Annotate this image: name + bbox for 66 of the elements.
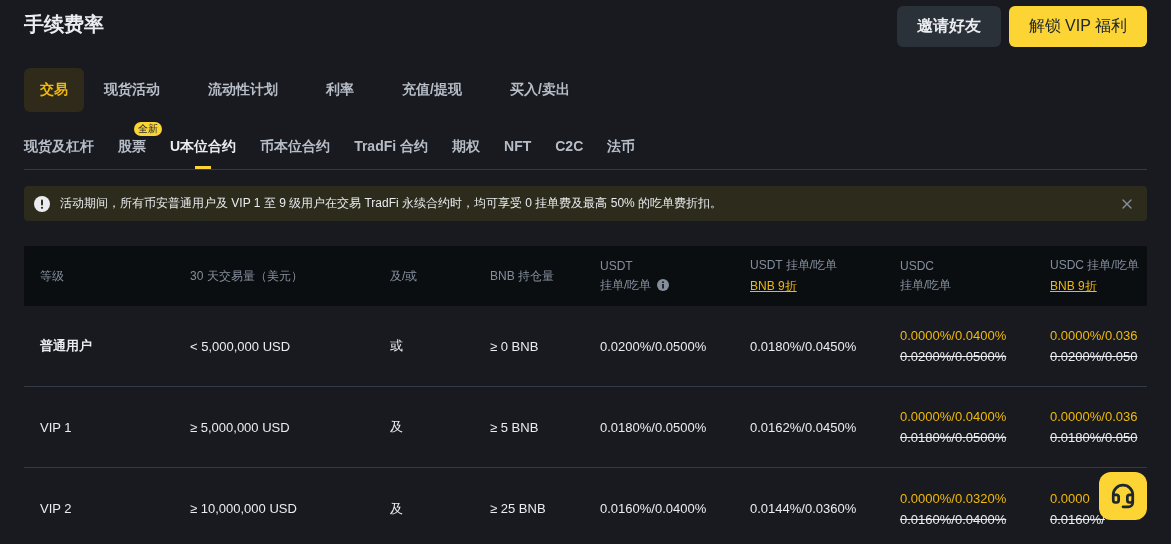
product-tab[interactable]: 法币	[607, 134, 636, 168]
tab-underline	[195, 166, 212, 169]
column-header: BNB 持仓量	[490, 267, 555, 285]
column-subheader: 挂单/吃单	[900, 276, 952, 294]
product-tab[interactable]: 期权	[452, 134, 481, 168]
original-rate: 0.0200%/0.050	[1050, 349, 1138, 364]
column-header: USDT	[600, 258, 634, 273]
info-icon[interactable]	[657, 279, 670, 291]
table-cell-text: ≥ 5,000,000 USD	[190, 419, 291, 435]
column-header: 30 天交易量（美元）	[190, 267, 304, 285]
category-tab[interactable]: 流动性计划	[192, 68, 294, 112]
promo-rate: 0.0000%/0.036	[1050, 409, 1138, 424]
headset-icon	[1110, 483, 1136, 509]
product-tab[interactable]: NFT	[504, 134, 532, 168]
original-rate: 0.0160%/	[1050, 511, 1105, 527]
product-tab[interactable]: 币本位合约	[260, 134, 331, 168]
page-title: 手续费率	[24, 11, 104, 37]
table-cell-text: ≥ 25 BNB	[490, 501, 547, 516]
product-tab[interactable]: U本位合约	[170, 134, 237, 168]
promo-rate: 0.0000%/0.0400%	[900, 328, 1007, 343]
category-tab[interactable]: 充值/提现	[386, 68, 478, 112]
column-header: 等级	[40, 267, 65, 285]
column-header: USDC	[900, 258, 935, 273]
table-cell-text: ≥ 10,000,000 USD	[190, 501, 298, 516]
table-cell-text: 及	[390, 418, 404, 436]
bnb-discount-link[interactable]: BNB 9折	[1050, 278, 1097, 295]
new-badge: 全新	[134, 122, 162, 136]
category-tab[interactable]: 现货活动	[88, 68, 176, 112]
original-rate: 0.0180%/0.050	[1050, 430, 1138, 445]
table-cell-text: 0.0160%/0.0400%	[600, 501, 708, 516]
promo-rate: 0.0000%/0.0400%	[900, 409, 1007, 424]
product-tab[interactable]: 现货及杠杆	[24, 134, 94, 168]
notice-text: 活动期间，所有币安普通用户及 VIP 1 至 9 级用户在交易 TradFi 永续合约时，均可享受 0 挂单费及最高 50% 的吃单费折扣。	[60, 195, 724, 212]
product-tab[interactable]: TradFi 合约	[354, 134, 429, 168]
column-header: USDT 挂单/吃单	[750, 257, 839, 274]
product-tab[interactable]: 股票	[118, 134, 146, 168]
unlock-vip-button[interactable]: 解锁 VIP 福利	[1008, 5, 1147, 47]
table-cell-text: 0.0162%/0.0450%	[750, 419, 858, 435]
category-tab[interactable]: 交易	[24, 68, 84, 112]
invite-button[interactable]: 邀请好友	[896, 5, 1001, 47]
table-cell-text: 及	[390, 499, 404, 518]
promo-rate: 0.0000	[1050, 490, 1090, 506]
column-header: 及/或	[390, 267, 419, 285]
table-cell-text: ≥ 5 BNB	[490, 419, 540, 435]
promo-rate: 0.0000%/0.0320%	[900, 490, 1007, 506]
table-cell-text: < 5,000,000 USD	[190, 338, 292, 354]
column-header: USDC 挂单/吃单	[1050, 257, 1140, 274]
product-tab[interactable]: C2C	[555, 134, 584, 168]
table-cell-text: 或	[390, 337, 404, 355]
table-cell-text: ≥ 0 BNB	[490, 338, 540, 354]
table-cell-text: 0.0200%/0.0500%	[600, 338, 708, 354]
bnb-discount-link[interactable]: BNB 9折	[750, 278, 797, 295]
promo-rate: 0.0000%/0.036	[1050, 328, 1138, 343]
original-rate: 0.0180%/0.0500%	[900, 430, 1007, 445]
table-cell-text: 0.0144%/0.0360%	[750, 501, 858, 516]
original-rate: 0.0200%/0.0500%	[900, 349, 1007, 364]
category-tab[interactable]: 买入/卖出	[493, 68, 586, 112]
alert-icon	[34, 195, 50, 212]
original-rate: 0.0160%/0.0400%	[900, 511, 1007, 527]
table-cell-text: 0.0180%/0.0450%	[750, 338, 858, 354]
table-cell-text: 普通用户	[40, 337, 93, 355]
table-cell-text: VIP 1	[40, 419, 73, 435]
category-tab[interactable]: 利率	[310, 68, 370, 112]
table-cell-text: 0.0180%/0.0500%	[600, 419, 708, 435]
column-subheader: 挂单/吃单	[600, 276, 652, 294]
table-cell-text: VIP 2	[40, 501, 73, 516]
